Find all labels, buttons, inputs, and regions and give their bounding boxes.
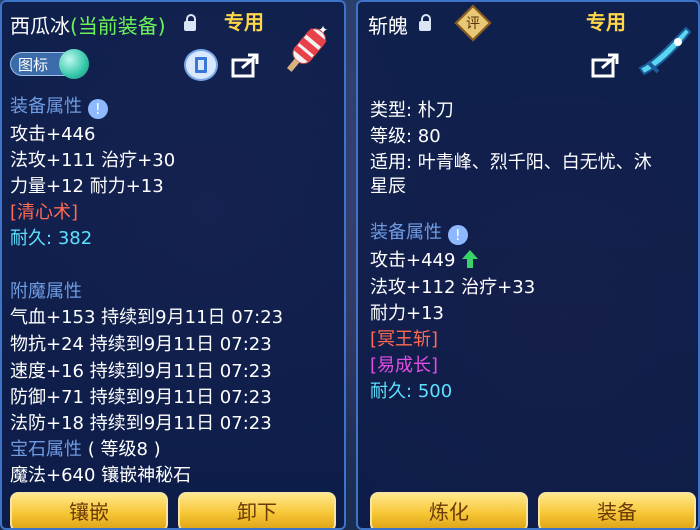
arrow-up-icon — [462, 250, 479, 268]
attr-section-header: 装备属性 ! — [10, 92, 108, 119]
refine-button[interactable]: 炼化 — [370, 492, 528, 528]
attr-attack: 攻击+446 — [10, 124, 96, 145]
attr-strength-endurance: 力量+12 耐力+13 — [10, 176, 164, 197]
durability-row: 耐久: 500 — [370, 377, 452, 403]
skill-label: [清心术] — [10, 202, 79, 223]
attr-magic-heal: 法攻+111 治疗+30 — [10, 150, 176, 171]
enchant-line: 物抗+24 持续到9月11日 07:23 — [10, 334, 272, 355]
exclusive-label: 专用 — [586, 10, 626, 34]
blade-item-icon — [638, 26, 692, 76]
item-applies-cont: 星辰 — [370, 176, 406, 197]
compare-item-panel: 斩魄 评 专用 类型: 朴刀 等级: 80 适用: 叶青峰、烈千阳、白无忧、沐 … — [356, 0, 700, 530]
enchant-section-title: 附魔属性 — [10, 281, 82, 302]
embed-button[interactable]: 镶嵌 — [10, 492, 168, 528]
attr-section-title: 装备属性 — [10, 96, 82, 117]
enchant-line: 防御+71 持续到9月11日 07:23 — [10, 387, 272, 408]
codex-button[interactable] — [184, 49, 218, 81]
exclusive-label: 专用 — [224, 10, 264, 34]
enchant-line: 速度+16 持续到9月11日 07:23 — [10, 361, 272, 382]
attr-section-header: 装备属性 ! — [370, 218, 468, 245]
info-icon[interactable]: ! — [87, 99, 108, 119]
skill-label: [易成长] — [370, 355, 439, 376]
item-applies: 适用: 叶青峰、烈千阳、白无忧、沐 — [370, 152, 652, 173]
attr-endurance: 耐力+13 — [370, 303, 444, 324]
share-icon[interactable] — [230, 50, 264, 80]
info-icon[interactable]: ! — [447, 225, 468, 245]
lock-icon — [419, 14, 431, 31]
popsicle-item-icon: ✦ — [286, 23, 328, 72]
attr-magic-heal: 法攻+112 治疗+33 — [370, 277, 536, 298]
equipped-item-panel: 西瓜冰(当前装备) 专用 ✦ 图标 装备属性 ! 攻击+446 法攻+111 治… — [0, 0, 346, 530]
gem-section-title: 宝石属性 — [10, 439, 82, 460]
lock-icon — [184, 14, 196, 31]
durability-value: 500 — [417, 381, 453, 402]
skill-label: [冥王斩] — [370, 329, 439, 350]
icon-toggle-label: 图标 — [18, 56, 49, 74]
unequip-button[interactable]: 卸下 — [178, 492, 336, 528]
attr-section-title: 装备属性 — [370, 222, 442, 243]
durability-value: 382 — [57, 228, 93, 249]
enchant-line: 法防+18 持续到9月11日 07:23 — [10, 413, 272, 434]
svg-text:✦: ✦ — [318, 23, 328, 37]
attr-attack: 攻击+449 — [370, 250, 456, 271]
item-type: 类型: 朴刀 — [370, 100, 454, 121]
gem-attr-line: 魔法+640 镶嵌神秘石 — [10, 465, 192, 486]
durability-label: 耐久: — [370, 381, 413, 402]
enchant-line: 气血+153 持续到9月11日 07:23 — [10, 307, 284, 328]
durability-row: 耐久: 382 — [10, 224, 92, 250]
book-icon — [195, 57, 207, 73]
durability-label: 耐久: — [10, 228, 53, 249]
icon-toggle[interactable]: 图标 — [10, 49, 89, 79]
rating-badge-label: 评 — [466, 16, 480, 32]
equipped-status: (当前装备) — [70, 14, 166, 38]
share-icon[interactable] — [590, 50, 624, 80]
item-level: 等级: 80 — [370, 126, 441, 147]
gem-level: ( 等级8 ) — [87, 439, 161, 460]
item-name: 斩魄 — [368, 14, 408, 38]
equip-button[interactable]: 装备 — [538, 492, 696, 528]
item-name: 西瓜冰 — [10, 14, 70, 38]
attr-attack-row: 攻击+449 — [370, 246, 479, 272]
item-title: 西瓜冰(当前装备) — [10, 10, 166, 39]
toggle-knob — [59, 49, 89, 79]
gem-section-header: 宝石属性 ( 等级8 ) — [10, 435, 161, 461]
